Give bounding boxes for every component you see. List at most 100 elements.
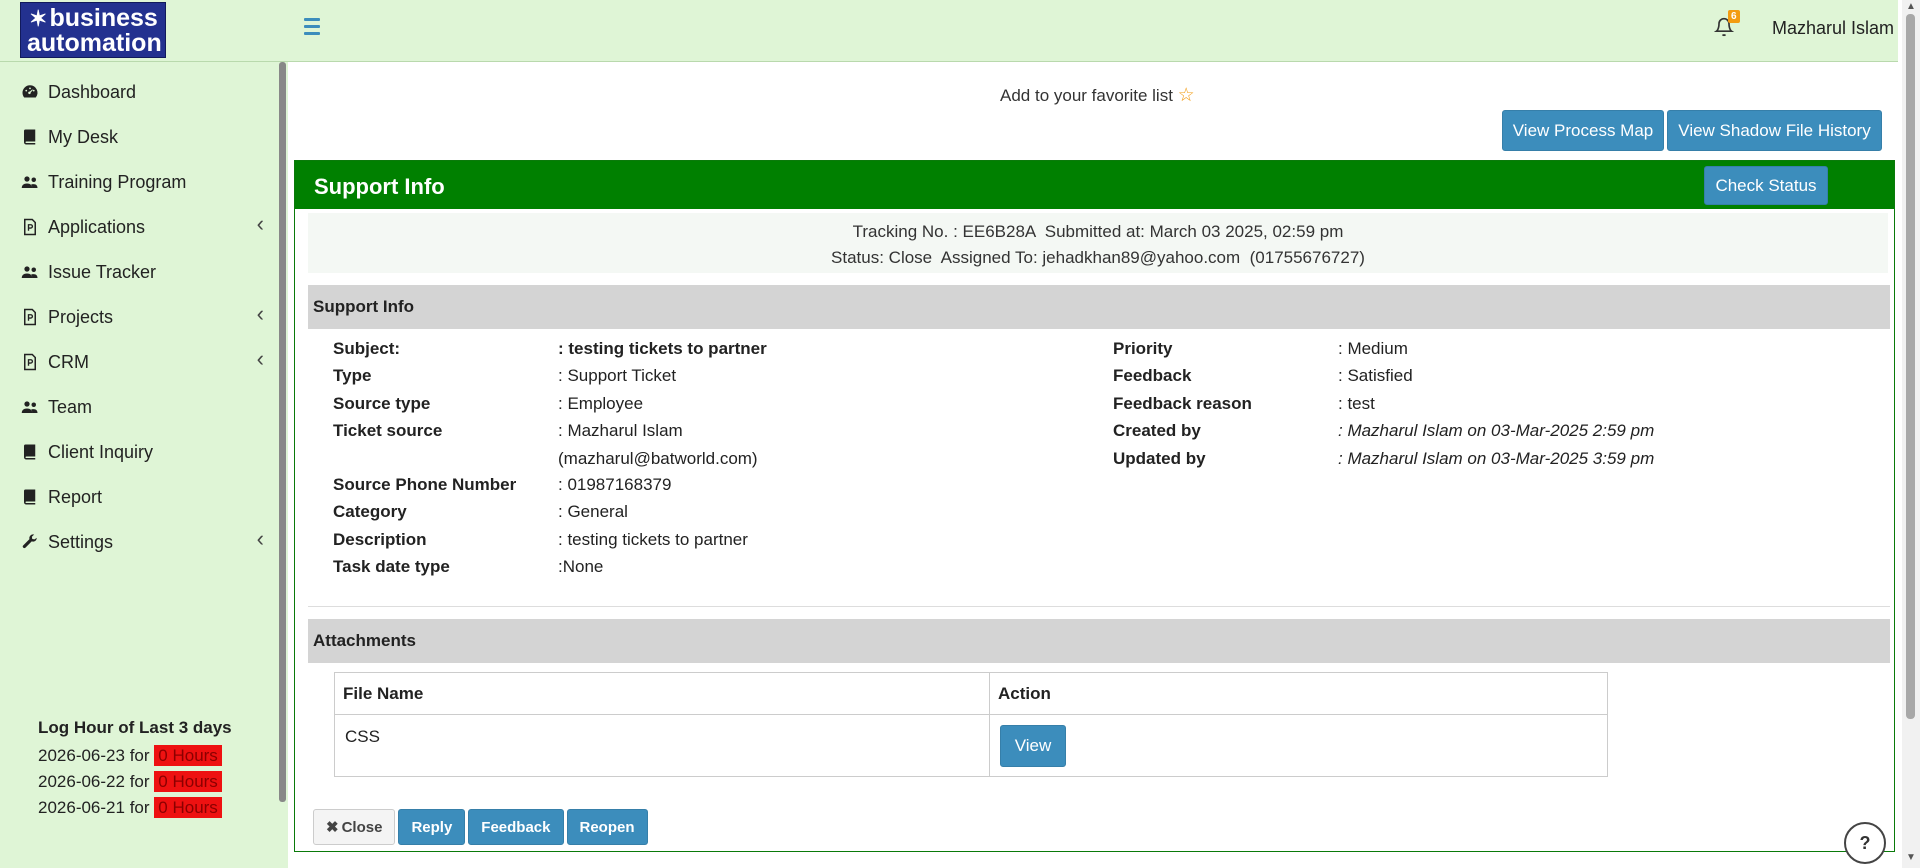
top-navbar: ✶business automation 6 Mazharul Islam	[0, 0, 1898, 62]
sidebar-item-crm[interactable]: CRM ‹	[0, 340, 278, 384]
check-status-button[interactable]: Check Status	[1704, 166, 1828, 205]
log-for-text: for	[129, 746, 150, 765]
sidebar-toggle-hamburger-icon[interactable]	[304, 18, 326, 38]
field-value-type: : Support Ticket	[558, 366, 677, 385]
chevron-left-icon: ‹	[256, 301, 264, 326]
sidebar-item-label: Team	[48, 396, 93, 417]
wrench-icon	[20, 532, 40, 552]
view-shadow-file-history-button[interactable]: View Shadow File History	[1667, 110, 1882, 151]
attachment-file-name: CSS	[334, 714, 990, 777]
field-key-feedback: Feedback	[1113, 366, 1192, 385]
log-date: 2026-06-21	[38, 798, 125, 817]
field-key-category: Category	[333, 502, 407, 521]
business-automation-logo[interactable]: ✶business automation	[20, 2, 166, 58]
support-info-section-header: Support Info	[308, 285, 1890, 329]
log-hour-row: 2026-06-23 for 0 Hours	[38, 743, 232, 769]
sidebar-item-label: Training Program	[48, 171, 187, 192]
logo-line-2: automation	[27, 29, 162, 57]
sparkle-icon: ✶	[29, 6, 48, 31]
reopen-button[interactable]: Reopen	[566, 809, 648, 845]
close-x-icon: ✖	[326, 819, 339, 836]
sidebar-item-team[interactable]: Team	[0, 385, 278, 429]
sidebar-item-dashboard[interactable]: Dashboard	[0, 70, 278, 114]
scroll-up-arrow-icon[interactable]: ▲	[1906, 1, 1916, 12]
field-key-description: Description	[333, 530, 427, 549]
sidebar-item-issue-tracker[interactable]: Issue Tracker	[0, 250, 278, 294]
dashboard-icon	[20, 82, 40, 102]
field-key-source-type: Source type	[333, 394, 431, 413]
column-header-file-name: File Name	[334, 672, 990, 715]
sidebar-item-client-inquiry[interactable]: Client Inquiry	[0, 430, 278, 474]
logo-line-1: business	[49, 4, 158, 32]
field-value-feedback-reason: : test	[1338, 394, 1375, 413]
sidebar-item-label: Settings	[48, 531, 114, 552]
sidebar-item-projects[interactable]: Projects ‹	[0, 295, 278, 339]
sidebar-item-settings[interactable]: Settings ‹	[0, 520, 278, 564]
view-process-map-button[interactable]: View Process Map	[1502, 110, 1664, 151]
sidebar-item-label: Client Inquiry	[48, 441, 154, 462]
sidebar-item-label: My Desk	[48, 126, 119, 147]
book-icon	[20, 487, 40, 507]
log-hour-widget: Log Hour of Last 3 days 2026-06-23 for 0…	[38, 718, 232, 821]
favorite-text: Add to your favorite list	[1000, 86, 1173, 105]
support-info-panel: Support Info Check Status Tracking No. :…	[294, 160, 1895, 852]
file-powerpoint-icon	[20, 217, 40, 237]
sidebar-item-report[interactable]: Report	[0, 475, 278, 519]
star-outline-icon[interactable]: ☆	[1178, 85, 1195, 106]
field-key-updated-by: Updated by	[1113, 449, 1206, 468]
users-icon	[20, 397, 40, 417]
close-button[interactable]: ✖ Close	[313, 809, 396, 845]
sidebar-item-my-desk[interactable]: My Desk	[0, 115, 278, 159]
notification-count-badge: 6	[1728, 10, 1740, 23]
section-divider	[308, 606, 1890, 607]
field-key-feedback-reason: Feedback reason	[1113, 394, 1252, 413]
field-key-type: Type	[333, 366, 372, 385]
field-value-ticket-source-email: (mazharul@batworld.com)	[558, 449, 758, 468]
book-icon	[20, 442, 40, 462]
table-header-row: File Name Action	[334, 672, 1608, 715]
table-row: CSS View	[334, 714, 1608, 777]
book-icon	[20, 127, 40, 147]
sidebar-scrollbar[interactable]	[279, 62, 286, 802]
reply-button[interactable]: Reply	[398, 809, 466, 845]
help-question-icon[interactable]: ?	[1844, 822, 1886, 864]
field-key-created-by: Created by	[1113, 421, 1201, 440]
tracking-line: Tracking No. : EE6B28A Submitted at: Mar…	[852, 222, 1344, 241]
status-line: Status: Close Assigned To: jehadkhan89@y…	[831, 248, 1365, 267]
field-value-description: : testing tickets to partner	[558, 530, 748, 549]
user-name-menu[interactable]: Mazharul Islam	[1772, 18, 1894, 39]
field-key-subject: Subject:	[333, 339, 401, 358]
users-icon	[20, 172, 40, 192]
attachments-table: File Name Action CSS View	[334, 672, 1608, 777]
field-value-source-phone: : 01987168379	[558, 475, 672, 494]
scroll-down-arrow-icon[interactable]: ▼	[1906, 852, 1916, 863]
log-for-text: for	[129, 772, 150, 791]
close-button-label: Close	[341, 818, 383, 836]
file-powerpoint-icon	[20, 307, 40, 327]
chevron-left-icon: ‹	[256, 526, 264, 551]
attachment-action-cell: View	[989, 714, 1608, 777]
ticket-action-buttons: ✖ Close Reply Feedback Reopen	[313, 809, 648, 845]
column-header-action: Action	[989, 672, 1608, 715]
panel-title: Support Info	[295, 161, 1894, 209]
file-powerpoint-icon	[20, 352, 40, 372]
field-value-source-type: : Employee	[558, 394, 644, 413]
sidebar-item-applications[interactable]: Applications ‹	[0, 205, 278, 249]
tracking-summary: Tracking No. : EE6B28A Submitted at: Mar…	[308, 213, 1888, 273]
sidebar-item-training-program[interactable]: Training Program	[0, 160, 278, 204]
sidebar-item-label: Issue Tracker	[48, 261, 157, 282]
chevron-left-icon: ‹	[256, 346, 264, 371]
field-value-priority: : Medium	[1338, 339, 1408, 358]
field-value-ticket-source: : Mazharul Islam	[558, 421, 683, 440]
field-key-task-date-type: Task date type	[333, 557, 450, 576]
sidebar-item-label: Report	[48, 486, 103, 507]
log-date: 2026-06-23	[38, 746, 125, 765]
log-hours-badge: 0 Hours	[154, 797, 222, 818]
field-value-subject: : testing tickets to partner	[558, 339, 767, 358]
feedback-button[interactable]: Feedback	[468, 809, 564, 845]
view-attachment-button[interactable]: View	[1000, 724, 1066, 767]
add-to-favorite-link[interactable]: Add to your favorite list ☆	[1000, 84, 1195, 107]
page-scrollbar-thumb[interactable]	[1906, 14, 1915, 719]
sidebar-item-label: CRM	[48, 351, 89, 372]
notification-bell-icon[interactable]: 6	[1713, 10, 1740, 42]
